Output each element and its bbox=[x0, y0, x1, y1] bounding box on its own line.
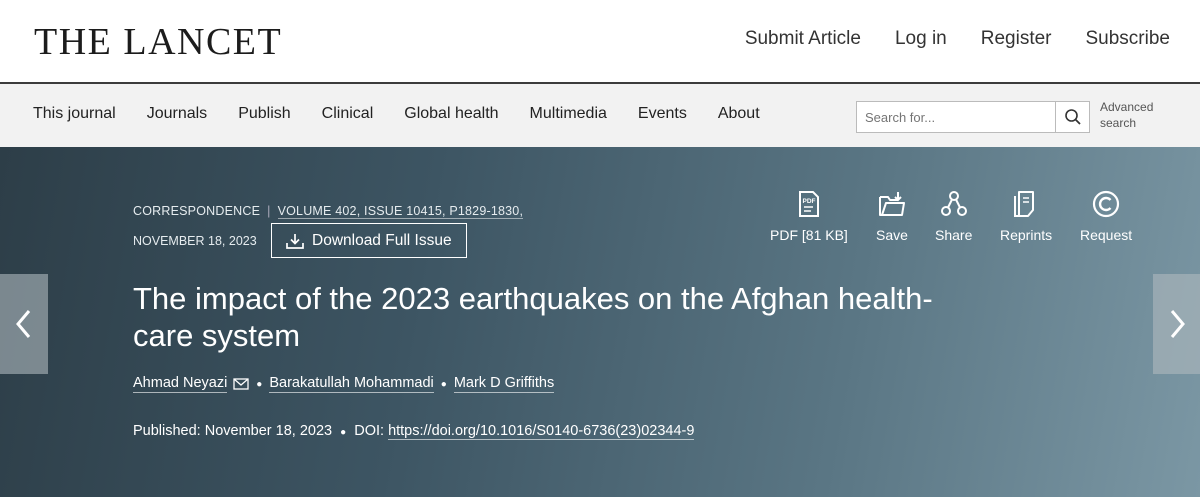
article-title: The impact of the 2023 earthquakes on th… bbox=[133, 281, 933, 353]
article-hero: CORRESPONDENCE | VOLUME 402, ISSUE 10415, … bbox=[0, 147, 1200, 497]
pdf-label: PDF [81 KB] bbox=[770, 227, 848, 243]
article-tools: PDF PDF [81 KB] Save Share Reprints Requ… bbox=[0, 189, 1200, 249]
info-separator: ● bbox=[340, 427, 347, 438]
doi-label: DOI: bbox=[354, 423, 385, 439]
nav-journals[interactable]: Journals bbox=[147, 105, 207, 123]
author-separator: ● bbox=[256, 378, 263, 390]
next-article-button[interactable] bbox=[1153, 274, 1200, 374]
reprints-tool[interactable]: Reprints bbox=[1000, 189, 1052, 243]
published-date: November 18, 2023 bbox=[204, 423, 333, 439]
author-separator: ● bbox=[440, 378, 447, 390]
search-input[interactable] bbox=[857, 102, 1055, 132]
copyright-icon bbox=[1092, 190, 1120, 218]
search-icon bbox=[1064, 109, 1081, 125]
request-label: Request bbox=[1080, 227, 1133, 243]
advanced-search-label-1: Advanced bbox=[1100, 100, 1154, 114]
advanced-search-link[interactable]: Advanced search bbox=[1100, 99, 1170, 131]
chevron-left-icon bbox=[16, 310, 31, 338]
lancet-logo[interactable]: THE LANCET bbox=[34, 20, 282, 64]
search-box bbox=[856, 101, 1090, 133]
account-links: Submit Article Log in Register Subscribe bbox=[745, 28, 1170, 50]
main-nav: This journal Journals Publish Clinical G… bbox=[0, 84, 1200, 147]
doi-link[interactable]: https://doi.org/10.1016/S0140-6736(23)02… bbox=[388, 423, 695, 440]
nav-publish[interactable]: Publish bbox=[238, 105, 290, 123]
reprints-icon bbox=[1014, 191, 1035, 217]
submit-article-link[interactable]: Submit Article bbox=[745, 28, 861, 50]
nav-events[interactable]: Events bbox=[638, 105, 687, 123]
pdf-icon: PDF bbox=[798, 191, 819, 217]
author-link[interactable]: Barakatullah Mohammadi bbox=[269, 375, 434, 393]
register-link[interactable]: Register bbox=[981, 28, 1052, 50]
search-button[interactable] bbox=[1055, 102, 1089, 132]
pdf-tool[interactable]: PDF PDF [81 KB] bbox=[770, 189, 848, 243]
subscribe-link[interactable]: Subscribe bbox=[1086, 28, 1171, 50]
advanced-search-label-2: search bbox=[1100, 116, 1137, 130]
save-tool[interactable]: Save bbox=[876, 189, 908, 243]
login-link[interactable]: Log in bbox=[895, 28, 947, 50]
reprints-label: Reprints bbox=[1000, 227, 1053, 243]
nav-this-journal[interactable]: This journal bbox=[33, 105, 116, 123]
top-header: THE LANCET Submit Article Log in Registe… bbox=[0, 0, 1200, 84]
request-tool[interactable]: Request bbox=[1080, 189, 1132, 243]
svg-text:PDF: PDF bbox=[802, 198, 815, 205]
published-label: Published: bbox=[133, 423, 201, 439]
chevron-right-icon bbox=[1170, 310, 1185, 338]
nav-clinical[interactable]: Clinical bbox=[322, 105, 374, 123]
previous-article-button[interactable] bbox=[0, 274, 48, 374]
save-folder-icon bbox=[878, 192, 905, 216]
share-label: Share bbox=[935, 227, 973, 243]
share-tool[interactable]: Share bbox=[935, 189, 972, 243]
share-icon bbox=[940, 191, 967, 216]
nav-multimedia[interactable]: Multimedia bbox=[530, 105, 607, 123]
publication-info: Published: November 18, 2023 ● DOI: http… bbox=[133, 423, 695, 440]
author-link[interactable]: Mark D Griffiths bbox=[453, 375, 555, 393]
nav-global-health[interactable]: Global health bbox=[404, 105, 498, 123]
nav-about[interactable]: About bbox=[718, 105, 760, 123]
envelope-icon[interactable] bbox=[233, 378, 249, 390]
save-label: Save bbox=[876, 227, 908, 243]
author-list: Ahmad Neyazi ● Barakatullah Mohammadi ● … bbox=[133, 375, 555, 393]
author-link[interactable]: Ahmad Neyazi bbox=[133, 375, 228, 393]
